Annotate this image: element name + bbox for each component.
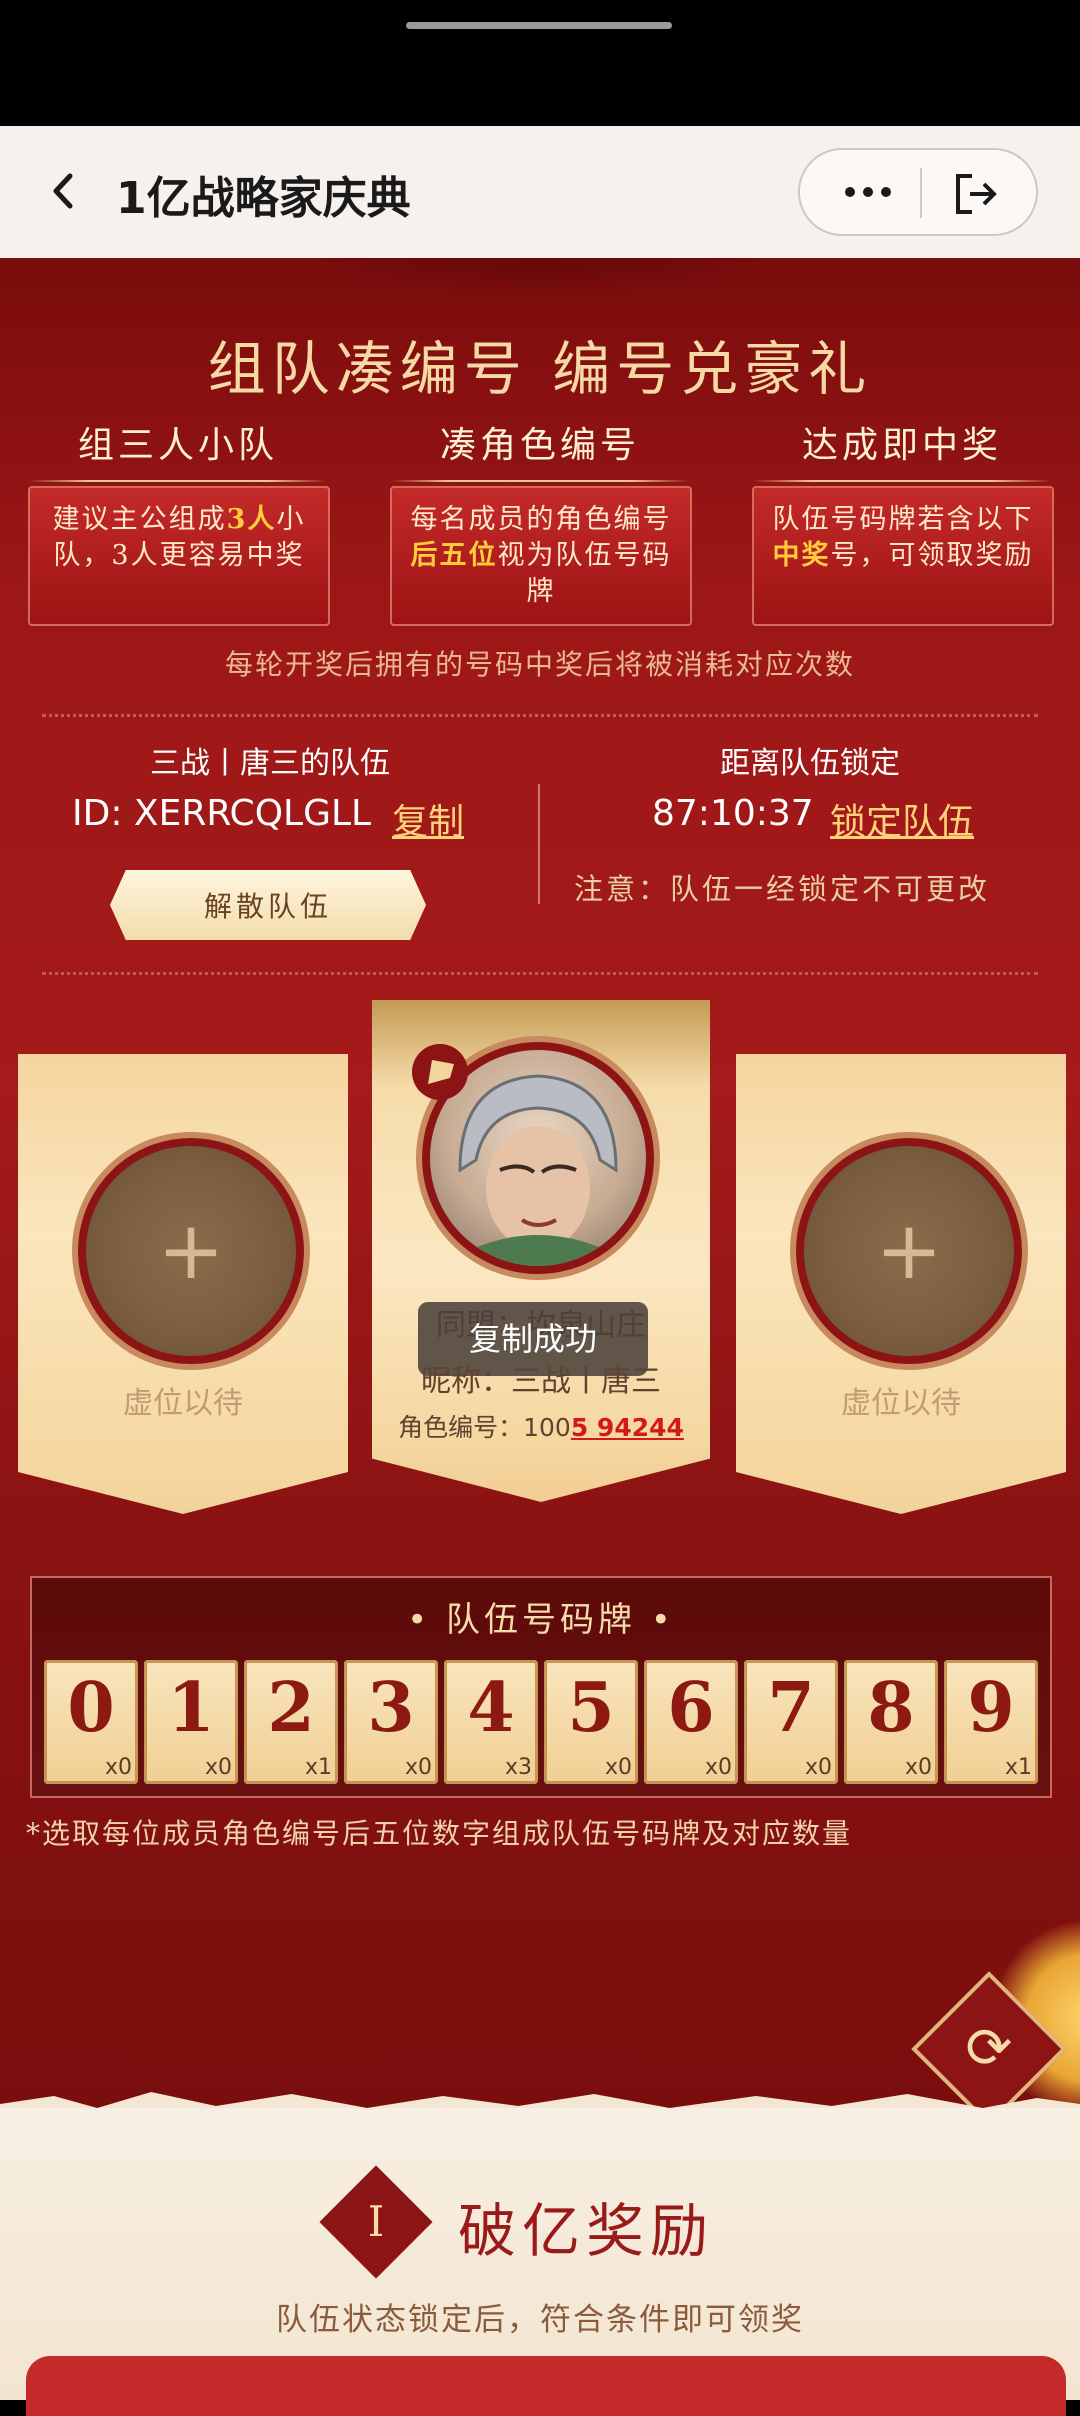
step-title-2: 凑角色编号	[390, 416, 690, 482]
step-title-3: 达成即中奖	[752, 416, 1052, 482]
exit-icon[interactable]	[950, 170, 1000, 218]
board-title: • 队伍号码牌 •	[407, 1600, 675, 1640]
camera-pill	[406, 22, 672, 29]
number-tile-0: 0 x0	[44, 1660, 138, 1784]
team-id: ID: XERRCQLGLL	[72, 793, 372, 834]
rewards-title: 破亿奖励	[458, 2197, 715, 2265]
more-dots-icon[interactable]	[836, 170, 900, 214]
lock-countdown-label: 距离队伍锁定	[720, 746, 900, 781]
lock-countdown: 87:10:37	[652, 793, 814, 834]
status-bar	[0, 0, 1080, 126]
vertical-divider	[538, 784, 540, 904]
chevron-left-icon[interactable]	[40, 166, 90, 216]
number-tile-5: 5 x0	[544, 1660, 638, 1784]
number-tile-6: 6 x0	[644, 1660, 738, 1784]
empty-slot-label: 虚位以待	[123, 1386, 243, 1421]
rewards-subtitle: 队伍状态锁定后，符合条件即可领奖	[276, 2302, 804, 2338]
event-headline: 组队凑编号 编号兑豪礼	[207, 335, 873, 403]
step-card-3: 队伍号码牌若含以下中奖号，可领取奖励	[752, 486, 1054, 626]
team-number-board: • 队伍号码牌 • 0 x0 1 x0 2 x1 3 x0 4 x3 5 x0 6 x0 7x…	[30, 1576, 1052, 1798]
number-tile-3: 3 x0	[344, 1660, 438, 1784]
reward-card-top	[26, 2356, 1066, 2416]
nav-bar: 1亿战略家庆典	[0, 126, 1080, 258]
draw-hint: 每轮开奖后拥有的号码中奖后将被消耗对应次数	[224, 648, 855, 681]
section-number: I	[367, 2197, 385, 2246]
member-role-id: 角色编号：1005 94244	[398, 1413, 684, 1442]
mini-program-capsule	[798, 148, 1038, 236]
event-main: 组队凑编号 编号兑豪礼 组三人小队 凑角色编号 达成即中奖 建议主公组成3人小队…	[0, 258, 1080, 2108]
step-card-2: 每名成员的角色编号后五位视为队伍号码牌	[390, 486, 692, 626]
empty-slot-label: 虚位以待	[841, 1386, 961, 1421]
plus-icon: +	[157, 1204, 225, 1297]
capsule-divider	[920, 168, 922, 218]
divider-dotted	[42, 972, 1038, 975]
flag-badge-icon	[412, 1044, 468, 1100]
page-title: 1亿战略家庆典	[116, 173, 411, 224]
step-title-1: 组三人小队	[28, 416, 328, 482]
copy-id-link[interactable]: 复制	[392, 793, 464, 845]
step-card-1: 建议主公组成3人小队，3人更容易中奖	[28, 486, 330, 626]
number-tile-7: 7 x0	[744, 1660, 838, 1784]
number-tile-1: 1 x0	[144, 1660, 238, 1784]
divider-dotted	[42, 714, 1038, 717]
number-tile-4: 4 x3	[444, 1660, 538, 1784]
lock-team-link[interactable]: 锁定队伍	[830, 793, 974, 845]
refresh-icon: ⟳	[965, 2016, 1013, 2081]
board-footnote: *选取每位成员角色编号后五位数字组成队伍号码牌及对应数量	[26, 1817, 853, 1850]
team-name: 三战丨唐三的队伍	[150, 746, 390, 781]
number-tile-9: 9 x1	[944, 1660, 1038, 1784]
disband-team-button[interactable]: 解散队伍	[110, 870, 426, 940]
number-tile-8: 8 x0	[844, 1660, 938, 1784]
number-tile-2: 2 x1	[244, 1660, 338, 1784]
decorative-cloud	[300, 258, 780, 298]
plus-icon: +	[875, 1204, 943, 1297]
member-nickname: 昵称：三战丨唐三	[421, 1364, 661, 1399]
lock-note: 注意：队伍一经锁定不可更改	[574, 872, 991, 906]
